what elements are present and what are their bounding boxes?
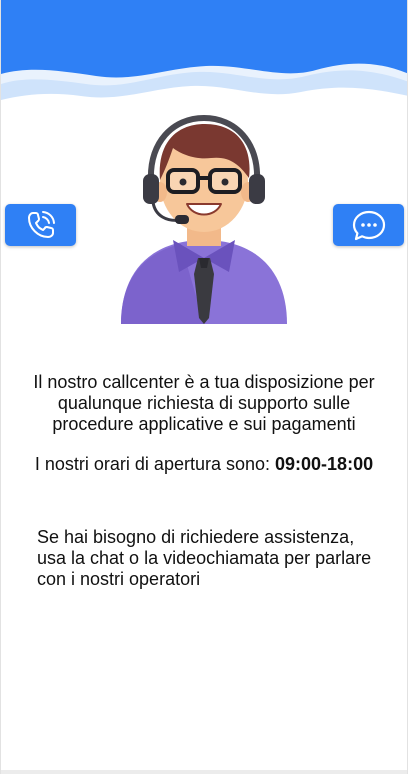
opening-hours: I nostri orari di apertura sono: 09:00-1… (11, 453, 397, 475)
bottom-divider (1, 770, 407, 774)
hours-label: I nostri orari di apertura sono: (34, 454, 276, 474)
phone-call-icon (27, 211, 55, 238)
support-page: Il nostro callcenter è a tua disposizion… (0, 0, 408, 774)
intro-text: Il nostro callcenter è a tua disposizion… (33, 372, 375, 434)
chat-bubble-icon (352, 210, 385, 241)
call-button[interactable] (5, 204, 76, 246)
call-center-operator-avatar (121, 114, 287, 324)
chat-button[interactable] (333, 204, 404, 246)
wave-header (1, 0, 407, 110)
hours-value: 09:00-18:00 (275, 454, 374, 474)
help-text: Se hai bisogno di richiedere assistenza,… (37, 527, 372, 589)
